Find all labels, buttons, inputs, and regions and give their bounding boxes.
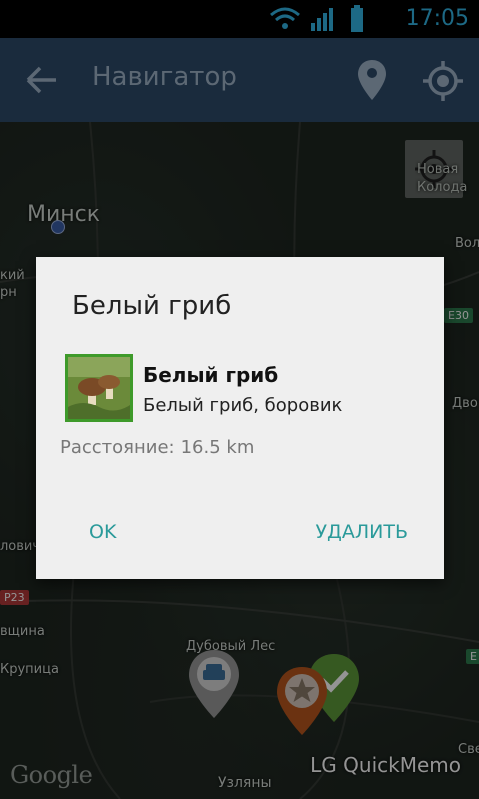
marker-dialog: Белый гриб Белый гриб Белый гриб, борови… xyxy=(36,257,444,579)
distance-row: Расстояние: 16.5 km xyxy=(60,437,254,458)
delete-button[interactable]: УДАЛИТЬ xyxy=(315,521,408,543)
ok-button[interactable]: OK xyxy=(89,521,116,543)
mushroom-thumbnail xyxy=(65,354,133,422)
distance-label: Расстояние: xyxy=(60,437,175,458)
distance-value: 16.5 km xyxy=(180,437,255,458)
dialog-title: Белый гриб xyxy=(72,291,232,321)
item-name: Белый гриб xyxy=(143,363,279,387)
mushroom-image xyxy=(68,357,130,419)
item-description: Белый гриб, боровик xyxy=(143,395,343,416)
